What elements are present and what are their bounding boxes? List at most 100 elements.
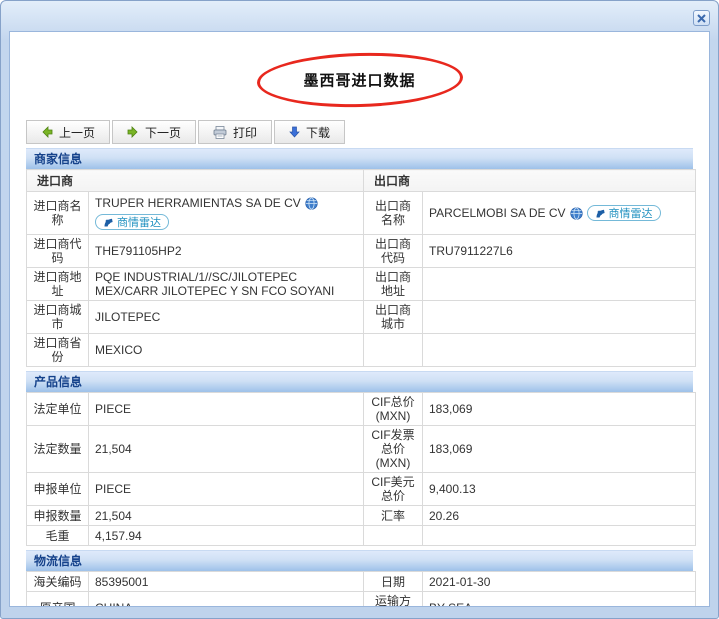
field-value (423, 301, 696, 334)
globe-icon[interactable] (305, 197, 318, 210)
download-label: 下载 (306, 124, 330, 141)
table-row: 进口商 出口商 (27, 170, 696, 192)
table-row: 法定数量 21,504 CIF发票总价(MXN) 183,069 (27, 426, 696, 473)
table-row: 海关编码 85395001 日期 2021-01-30 (27, 572, 696, 592)
field-label: CIF美元总价 (364, 473, 423, 506)
field-value: 183,069 (423, 393, 696, 426)
table-row: 法定单位 PIECE CIF总价(MXN) 183,069 (27, 393, 696, 426)
field-value: 4,157.94 (89, 526, 364, 546)
field-value: CHINA (89, 592, 364, 608)
field-value: MEXICO (89, 334, 364, 367)
blue-arrow-down-icon (289, 126, 300, 138)
table-row: 进口商代码 THE791105HP2 出口商代码 TRU7911227L6 (27, 235, 696, 268)
field-value (423, 526, 696, 546)
section-header: 商家信息 (26, 148, 693, 169)
field-value: 2021-01-30 (423, 572, 696, 592)
field-label: 进口商名称 (27, 192, 89, 235)
next-page-button[interactable]: 下一页 (112, 120, 196, 144)
table-row: 申报数量 21,504 汇率 20.26 (27, 506, 696, 526)
badge-label: 商情雷达 (117, 214, 161, 230)
field-label: 进口商地址 (27, 268, 89, 301)
title-area: 墨西哥进口数据 (26, 44, 693, 116)
field-value: JILOTEPEC (89, 301, 364, 334)
field-value: 183,069 (423, 426, 696, 473)
field-label: 法定单位 (27, 393, 89, 426)
field-value: PIECE (89, 393, 364, 426)
importer-column-header: 进口商 (27, 170, 364, 192)
globe-icon[interactable] (570, 207, 583, 220)
prev-page-button[interactable]: 上一页 (26, 120, 110, 144)
green-arrow-left-icon (41, 126, 53, 138)
field-value: 21,504 (89, 506, 364, 526)
section-merchant: 商家信息 进口商 出口商 进口商名称 TRUPER HERRAMIENTAS S… (26, 148, 693, 367)
field-label: 毛重 (27, 526, 89, 546)
toolbar: 上一页 下一页 打印 下载 (26, 120, 693, 144)
product-table: 法定单位 PIECE CIF总价(MXN) 183,069 法定数量 21,50… (26, 392, 696, 546)
field-value: 21,504 (89, 426, 364, 473)
logistics-table: 海关编码 85395001 日期 2021-01-30 原产国 CHINA 运输… (26, 571, 696, 607)
printer-icon (213, 126, 227, 139)
field-value: 9,400.13 (423, 473, 696, 506)
field-label: 出口商名称 (364, 192, 423, 235)
field-label: 汇率 (364, 506, 423, 526)
download-button[interactable]: 下载 (274, 120, 345, 144)
field-label: 进口商城市 (27, 301, 89, 334)
importer-name: TRUPER HERRAMIENTAS SA DE CV (95, 196, 301, 210)
table-row: 毛重 4,157.94 (27, 526, 696, 546)
field-label: 出口商代码 (364, 235, 423, 268)
table-row: 进口商名称 TRUPER HERRAMIENTAS SA DE CV (27, 192, 696, 235)
shangqing-radar-badge[interactable]: 商情雷达 (587, 205, 661, 221)
shangqing-radar-badge[interactable]: 商情雷达 (95, 214, 169, 230)
dialog-window: 墨西哥进口数据 上一页 下一页 (0, 0, 719, 619)
field-label: 日期 (364, 572, 423, 592)
exporter-column-header: 出口商 (364, 170, 696, 192)
field-value: BY SEA (423, 592, 696, 608)
field-label (364, 526, 423, 546)
exporter-name-cell: PARCELMOBI SA DE CV (423, 192, 696, 235)
section-header: 产品信息 (26, 371, 693, 392)
merchant-table: 进口商 出口商 进口商名称 TRUPER HERRAMIENTAS SA DE … (26, 169, 696, 367)
field-value (423, 334, 696, 367)
field-label: 运输方式 (364, 592, 423, 608)
dialog-body: 墨西哥进口数据 上一页 下一页 (9, 31, 710, 607)
field-label: 进口商省份 (27, 334, 89, 367)
field-value (423, 268, 696, 301)
page-title: 墨西哥进口数据 (26, 70, 693, 91)
field-label: 进口商代码 (27, 235, 89, 268)
field-label (364, 334, 423, 367)
field-label: 出口商地址 (364, 268, 423, 301)
field-label: 原产国 (27, 592, 89, 608)
field-value: THE791105HP2 (89, 235, 364, 268)
green-arrow-right-icon (127, 126, 139, 138)
field-label: 法定数量 (27, 426, 89, 473)
field-label: 海关编码 (27, 572, 89, 592)
next-page-label: 下一页 (145, 124, 181, 141)
field-label: CIF总价(MXN) (364, 393, 423, 426)
table-row: 进口商城市 JILOTEPEC 出口商城市 (27, 301, 696, 334)
prev-page-label: 上一页 (59, 124, 95, 141)
dialog-titlebar (1, 1, 718, 31)
importer-name-cell: TRUPER HERRAMIENTAS SA DE CV (89, 192, 364, 235)
table-row: 申报单位 PIECE CIF美元总价 9,400.13 (27, 473, 696, 506)
print-button[interactable]: 打印 (198, 120, 272, 144)
close-icon (697, 14, 706, 23)
field-value: TRU7911227L6 (423, 235, 696, 268)
table-row: 进口商省份 MEXICO (27, 334, 696, 367)
field-value: 20.26 (423, 506, 696, 526)
badge-label: 商情雷达 (609, 205, 653, 221)
field-label: 申报数量 (27, 506, 89, 526)
section-header: 物流信息 (26, 550, 693, 571)
close-button[interactable] (693, 10, 710, 26)
radar-icon (595, 208, 606, 219)
field-value: PIECE (89, 473, 364, 506)
field-value: PQE INDUSTRIAL/1//SC/JILOTEPEC MEX/CARR … (89, 268, 364, 301)
field-label: CIF发票总价(MXN) (364, 426, 423, 473)
field-value: 85395001 (89, 572, 364, 592)
field-label: 出口商城市 (364, 301, 423, 334)
section-logistics: 物流信息 海关编码 85395001 日期 2021-01-30 原产国 CHI… (26, 550, 693, 607)
print-label: 打印 (233, 124, 257, 141)
radar-icon (103, 217, 114, 228)
exporter-name: PARCELMOBI SA DE CV (429, 206, 565, 220)
field-label: 申报单位 (27, 473, 89, 506)
table-row: 进口商地址 PQE INDUSTRIAL/1//SC/JILOTEPEC MEX… (27, 268, 696, 301)
